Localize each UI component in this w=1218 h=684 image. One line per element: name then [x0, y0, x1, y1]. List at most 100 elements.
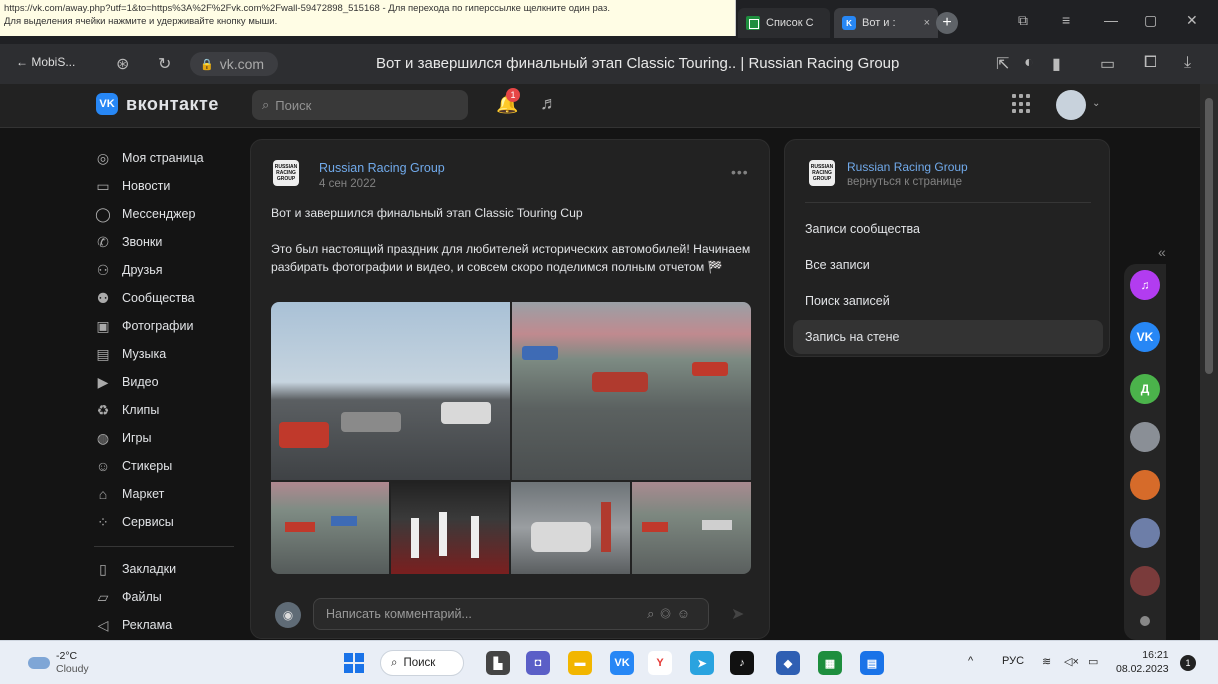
sidebar-item-games[interactable]: ◍ Игры [94, 424, 244, 452]
side-menu-item[interactable]: Запись на стене [793, 320, 1103, 354]
back-button[interactable]: ← MobiS... [16, 55, 75, 69]
post-author-avatar[interactable]: RUSSIAN RACING GROUP [273, 160, 299, 186]
apps-grid-icon[interactable] [1012, 94, 1032, 114]
folder-taskbar-icon[interactable]: ▬ [568, 651, 592, 675]
avatar[interactable] [1056, 90, 1086, 120]
language-indicator[interactable]: РУС [1002, 655, 1024, 667]
back-to-page-link[interactable]: вернуться к странице [847, 176, 962, 188]
sidebar-item-label: Звонки [122, 235, 163, 249]
new-tab-button[interactable]: + [936, 12, 958, 34]
contact-avatar-2[interactable] [1130, 470, 1160, 500]
menu-icon[interactable]: ≡ [1062, 12, 1070, 28]
services-icon: ⁘ [97, 513, 109, 530]
collapse-icon[interactable]: « [1158, 244, 1166, 260]
side-menu-item[interactable]: Все записи [793, 248, 1103, 282]
scrollbar[interactable] [1200, 84, 1218, 640]
taskbar-search[interactable]: ⌕ Поиск [380, 650, 464, 676]
protect-icon[interactable]: ⊛ [116, 54, 129, 74]
tab-close-icon[interactable]: × [924, 17, 930, 29]
yandex-taskbar-icon[interactable]: Y [648, 651, 672, 675]
scroll-thumb[interactable] [1205, 98, 1213, 374]
group-name-link[interactable]: Russian Racing Group [847, 160, 968, 174]
sidebar-item-files[interactable]: ▱ Файлы [94, 583, 244, 611]
comment-attach-icons[interactable]: ⌕◎☺ [647, 606, 696, 622]
download-icon[interactable]: ⤓ [1184, 54, 1191, 72]
reload-icon[interactable]: ↻ [158, 54, 171, 74]
clock[interactable]: 16:21 08.02.2023 [1116, 648, 1169, 676]
url-field[interactable]: 🔒 vk.com [190, 52, 278, 76]
tab-sheets[interactable]: Список С [738, 8, 830, 38]
start-button[interactable] [344, 653, 364, 673]
side-menu-item[interactable]: Поиск записей [793, 284, 1103, 318]
sidebar-item-music[interactable]: ▤ Музыка [94, 340, 244, 368]
sidebar-item-stickers[interactable]: ☺ Стикеры [94, 452, 244, 480]
side-menu-item[interactable]: Записи сообщества [793, 212, 1103, 246]
photo-6[interactable] [632, 482, 751, 574]
vk-dock-icon[interactable]: VK [1130, 322, 1160, 352]
tab-actions-icon[interactable]: ⧉ [1018, 12, 1028, 29]
tray-chevron-icon[interactable]: ^ [968, 655, 973, 667]
post-author-link[interactable]: Russian Racing Group [319, 161, 445, 175]
contact-avatar-1[interactable] [1130, 422, 1160, 452]
temperature: -2°C [56, 650, 78, 662]
incognito-icon[interactable]: ◐ [1024, 54, 1034, 72]
weather-widget[interactable]: -2°C Cloudy [28, 650, 89, 676]
contact-d-avatar[interactable]: Д [1130, 374, 1160, 404]
sidebar-item-photos[interactable]: ▣ Фотографии [94, 312, 244, 340]
docs-taskbar-icon[interactable]: ▤ [860, 651, 884, 675]
sidebar-item-calls[interactable]: ✆ Звонки [94, 228, 244, 256]
tab-vk-post[interactable]: K Вот и : × [834, 8, 938, 38]
close-window-button[interactable]: ✕ [1186, 12, 1198, 29]
battery-icon[interactable]: ▭ [1088, 655, 1098, 668]
search-input[interactable]: ⌕ Поиск [252, 90, 468, 120]
comment-input[interactable]: Написать комментарий... ⌕◎☺ [313, 598, 709, 630]
volume-icon[interactable]: ◁× [1064, 655, 1079, 668]
chevron-down-icon[interactable]: ⌄ [1092, 98, 1100, 109]
photo-1[interactable] [271, 302, 510, 480]
sidebar-item-label: Игры [122, 431, 152, 445]
vk-music-dock-icon[interactable]: ♫ [1130, 270, 1160, 300]
vk-logo-icon: VK [96, 93, 118, 115]
maximize-button[interactable]: ▢ [1144, 12, 1157, 29]
video-icon: ▶ [97, 373, 109, 390]
telegram-taskbar-icon[interactable]: ➤ [690, 651, 714, 675]
sidebar-item-market[interactable]: ⌂ Маркет [94, 480, 244, 508]
sidebar-item-friends[interactable]: ⚇ Друзья [94, 256, 244, 284]
nav-divider [94, 546, 234, 547]
group-avatar[interactable]: RUSSIAN RACING GROUP [809, 160, 835, 186]
post-date[interactable]: 4 сен 2022 [319, 178, 376, 190]
sidebar-item-ads[interactable]: ◁ Реклама [94, 611, 244, 639]
bookmark-icon[interactable]: ▮ [1052, 54, 1061, 74]
photo-4[interactable] [391, 482, 509, 574]
contact-avatar-4[interactable] [1130, 566, 1160, 596]
sidebar-item-profile[interactable]: ◎ Моя страница [94, 144, 244, 172]
more-options-icon[interactable]: ••• [731, 164, 749, 180]
sidebar-item-news[interactable]: ▭ Новости [94, 172, 244, 200]
security-taskbar-icon[interactable]: ◆ [776, 651, 800, 675]
extensions-icon[interactable]: ⧠ [1144, 54, 1157, 72]
vk-logo[interactable]: VK вконтакте [96, 93, 219, 115]
sidebar-item-clips[interactable]: ♻ Клипы [94, 396, 244, 424]
tooltip-line-2: Для выделения ячейки нажмите и удерживай… [4, 16, 278, 27]
dock-more-icon[interactable] [1140, 616, 1150, 626]
teams-taskbar-icon[interactable]: ◘ [526, 651, 550, 675]
photo-2[interactable] [512, 302, 751, 480]
contact-avatar-3[interactable] [1130, 518, 1160, 548]
file-explorer-taskbar-icon[interactable]: ▙ [486, 651, 510, 675]
share-icon[interactable]: ⇱ [996, 54, 1009, 74]
notification-badge[interactable]: 1 [1180, 655, 1196, 671]
send-icon[interactable]: ➤ [731, 604, 744, 624]
music-player-icon[interactable]: ♬ [540, 93, 558, 114]
tiktok-taskbar-icon[interactable]: ♪ [730, 651, 754, 675]
sidebar-item-messenger[interactable]: ◯ Мессенджер [94, 200, 244, 228]
sidebar-item-services[interactable]: ⁘ Сервисы [94, 508, 244, 536]
sheets-taskbar-icon[interactable]: ▦ [818, 651, 842, 675]
photo-5[interactable] [511, 482, 630, 574]
minimize-button[interactable]: — [1104, 12, 1118, 28]
sidebar-item-bookmarks[interactable]: ▯ Закладки [94, 555, 244, 583]
vk-taskbar-icon[interactable]: VK [610, 651, 634, 675]
photo-3[interactable] [271, 482, 389, 574]
wifi-icon[interactable]: ≋ [1042, 655, 1051, 668]
sidebar-item-communities[interactable]: ⚉ Сообщества [94, 284, 244, 312]
sidebar-item-video[interactable]: ▶ Видео [94, 368, 244, 396]
